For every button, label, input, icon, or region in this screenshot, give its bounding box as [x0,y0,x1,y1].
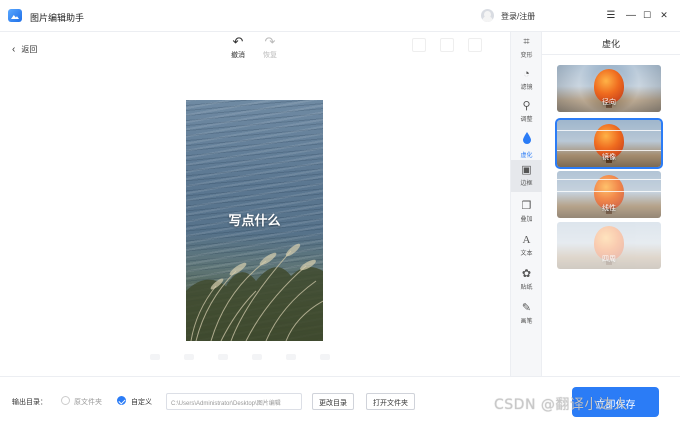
faint-icon [468,38,482,52]
chevron-left-icon: ‹ [12,43,16,55]
tool-label: 文本 [520,251,533,257]
balloon-thumbnail [594,69,624,103]
undo-label: 撤消 [231,52,245,59]
faint-control [252,354,262,360]
tool-adjust[interactable]: ⚲ 调整 [511,96,542,128]
canvas-zoom-controls [150,354,330,360]
panel-divider [542,54,680,55]
blur-effects-panel: 虚化 径向 镜像 线性 四周 [542,32,680,376]
faint-control [320,354,330,360]
effect-label: 四周 [602,256,616,263]
faint-control [218,354,228,360]
undo-icon: ↶ [232,34,244,49]
app-title: 图片编辑助手 [30,13,85,23]
faint-icon [440,38,454,52]
crop-icon: ⌗ [523,36,530,48]
tool-filter[interactable]: ◔ 滤镜 [511,64,542,96]
faint-icon [412,38,426,52]
faint-control [150,354,160,360]
basket-shape [606,103,612,108]
sticker-icon: ✿ [521,268,532,280]
mirror-line [557,130,661,131]
effect-mirror[interactable]: 镜像 [555,118,663,169]
user-avatar-icon[interactable] [481,9,494,22]
change-dir-button[interactable]: 更改目录 [312,393,354,410]
overlay-text[interactable]: 写点什么 [186,210,323,229]
tool-label: 调整 [520,117,533,123]
tool-label: 画笔 [520,319,533,325]
menu-icon[interactable]: ☰ [604,8,618,22]
redo-label: 恢复 [263,52,277,59]
tool-brush[interactable]: ✎ 画笔 [511,298,542,330]
effect-label: 镜像 [602,154,616,161]
watermark-text: CSDN @翻译小达人 [494,397,628,413]
linear-line [557,179,661,180]
redo-button[interactable]: ↷ 恢复 [259,35,281,60]
effect-label: 线性 [602,205,616,212]
tool-transform[interactable]: ⌗ 变形 [511,32,542,64]
maximize-icon[interactable]: ☐ [640,8,654,22]
faint-control [286,354,296,360]
overlay-icon: ❐ [521,200,532,212]
app-logo-icon [8,9,22,22]
brush-icon: ✎ [521,302,532,314]
adjust-icon: ⚲ [522,100,531,112]
faint-toolbar-icons [412,38,482,52]
tool-label: 边框 [520,181,533,187]
output-path-field[interactable]: C:\Users\Administrator\Desktop\图片编辑 [166,393,302,410]
tool-frame[interactable]: ▣ 边框 [511,160,542,192]
login-link[interactable]: 登录/注册 [501,11,535,22]
tool-blur[interactable]: 虚化 [511,128,542,160]
output-dir-label: 输出目录： [12,399,47,406]
undo-button[interactable]: ↶ 撤消 [227,35,249,60]
grass-illustration [186,243,323,341]
minimize-icon[interactable]: — [624,8,638,22]
source-folder-label[interactable]: 原文件夹 [74,397,102,407]
back-label: 返回 [21,45,38,54]
effect-radial[interactable]: 径向 [557,65,661,112]
open-folder-button[interactable]: 打开文件夹 [366,393,415,410]
redo-icon: ↷ [264,34,276,49]
image-canvas[interactable]: 写点什么 [0,66,510,376]
effect-surround[interactable]: 四周 [557,222,661,269]
filter-icon: ◔ [523,68,530,80]
effect-linear[interactable]: 线性 [557,171,661,218]
tool-sticker[interactable]: ✿ 贴纸 [511,264,542,296]
tool-overlay[interactable]: ❐ 叠加 [511,196,542,228]
mirror-line [557,150,661,151]
tool-label: 贴纸 [520,285,533,291]
radio-custom[interactable] [117,396,126,405]
blur-drop-icon [511,132,542,148]
edit-toolbar: ‹ 返回 ↶ 撤消 ↷ 恢复 [0,32,510,66]
title-bar: 图片编辑助手 登录/注册 ☰ — ☐ ✕ [0,0,680,32]
tool-text[interactable]: A 文本 [511,230,542,262]
tool-label: 叠加 [520,217,533,223]
tool-label: 虚化 [520,153,533,159]
faint-control [184,354,194,360]
tool-label: 变形 [520,53,533,59]
tool-label: 滤镜 [520,85,533,91]
edited-photo[interactable]: 写点什么 [186,100,323,341]
radio-source-folder[interactable] [61,396,70,405]
tool-rail: ⌗ 变形 ◔ 滤镜 ⚲ 调整 虚化 ▣ 边框 ❐ 叠加 A 文本 ✿ 贴纸 ✎ … [510,32,542,376]
custom-label[interactable]: 自定义 [131,397,152,407]
frame-icon: ▣ [521,164,532,176]
linear-line [557,191,661,192]
text-icon: A [522,234,531,246]
back-button[interactable]: ‹ 返回 [12,44,37,55]
effect-label: 径向 [602,99,616,106]
close-icon[interactable]: ✕ [657,8,671,22]
panel-title: 虚化 [601,39,620,49]
